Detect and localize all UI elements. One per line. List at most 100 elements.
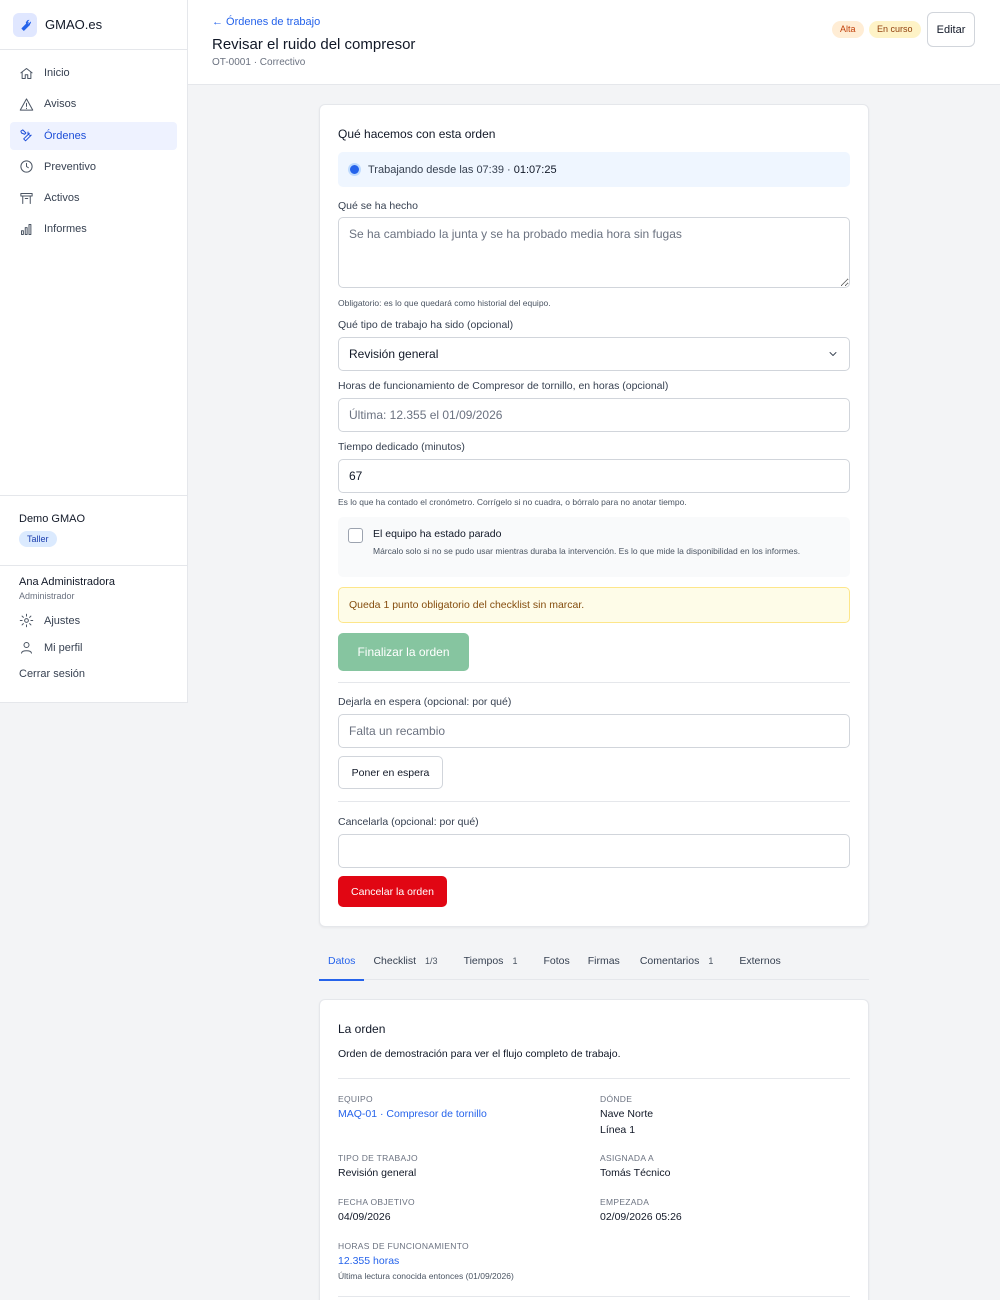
sidebar-item-label: Preventivo [44,160,96,173]
wait-reason-input[interactable] [338,714,850,748]
action-card: Qué hacemos con esta orden Trabajando de… [319,104,869,927]
back-link[interactable]: ← Órdenes de trabajo [212,16,320,28]
tab-comentarios[interactable]: Comentarios 1 [631,942,723,980]
tab-externos[interactable]: Externos [730,942,789,980]
sidebar-item-label: Activos [44,192,80,205]
sidebar-item-ordenes[interactable]: Órdenes [10,121,177,150]
settings-link[interactable]: Ajustes [19,613,187,628]
tab-datos[interactable]: Datos [319,942,365,981]
asignada-key: Asignada a [600,1153,655,1163]
hours-input[interactable] [338,398,850,432]
sidebar: GMAO.es Inicio Avisos Órdenes Preventivo… [0,0,188,703]
horas-key: Horas de funcionamiento [338,1241,469,1251]
cancel-reason-input[interactable] [338,834,850,868]
downtime-checkbox[interactable] [348,528,363,543]
put-on-hold-button[interactable]: Poner en espera [338,756,443,789]
sidebar-item-activos[interactable]: Activos [10,184,177,212]
brand[interactable]: GMAO.es [0,0,187,50]
tab-label: Datos [328,955,356,967]
settings-label: Ajustes [44,614,81,627]
tab-count: 1 [512,956,518,966]
order-description: Orden de demostración para ver el flujo … [338,1048,621,1060]
edit-button[interactable]: Editar [927,12,975,47]
wait-label: Dejarla en espera (opcional: por qué) [338,696,512,708]
wrench-logo-icon [13,12,37,37]
tab-label: Externos [739,955,781,967]
app-name: GMAO.es [45,17,103,32]
time-label: Tiempo dedicado (minutos) [338,441,465,453]
user-section: Ana Administradora Administrador Ajustes… [0,565,187,680]
donde-key: Dónde [600,1094,633,1104]
sidebar-item-avisos[interactable]: Avisos [10,90,177,118]
tab-checklist[interactable]: Checklist 1/3 [364,942,446,980]
logout-link[interactable]: Cerrar sesión [19,668,187,680]
chevron-down-icon [829,352,837,356]
done-textarea[interactable] [338,217,850,288]
horas-link[interactable]: 12.355 horas [338,1255,399,1267]
order-info-card: La orden Orden de demostración para ver … [319,999,869,1300]
info-card-title: La orden [338,1022,386,1036]
fecha-key: Fecha objetivo [338,1197,415,1207]
org-name: Demo GMAO [19,513,86,525]
wrench-icon [20,129,32,142]
org-badge: Taller [19,531,57,547]
donde-line1: Nave Norte [600,1108,654,1120]
equipo-key: Equipo [338,1094,373,1104]
sidebar-item-informes[interactable]: Informes [10,215,177,243]
sidebar-item-label: Órdenes [44,129,87,142]
fecha-value: 04/09/2026 [338,1211,391,1223]
page-title: Revisar el ruido del compresor [212,36,416,53]
divider [338,682,850,683]
empezada-key: Empezada [600,1197,650,1207]
page-subtitle: OT-0001 · Correctivo [212,57,306,68]
profile-label: Mi perfil [44,641,83,654]
sidebar-item-label: Avisos [44,98,77,111]
work-type-select[interactable]: Revisión general [338,337,850,371]
time-help: Es lo que ha contado el cronómetro. Corr… [338,497,687,507]
status-badge: En curso [869,21,921,38]
asset-icon [20,192,33,204]
divider [338,1078,850,1079]
horas-note: Última lectura conocida entonces (01/09/… [338,1271,514,1281]
sidebar-item-preventivo[interactable]: Preventivo [10,153,177,181]
cancel-order-button[interactable]: Cancelar la orden [338,876,447,907]
sidebar-item-inicio[interactable]: Inicio [10,59,177,87]
donde-line2: Línea 1 [600,1124,636,1136]
empezada-value: 02/09/2026 05:26 [600,1211,682,1223]
divider [338,801,850,802]
timer-elapsed: 01:07:25 [513,163,557,176]
downtime-label: El equipo ha estado parado [373,528,502,540]
work-type-label: Qué tipo de trabajo ha sido (opcional) [338,319,514,331]
tab-count: 1/3 [425,956,438,966]
time-value: 67 [349,469,363,483]
user-name: Ana Administradora [19,576,115,588]
user-role: Administrador [19,591,75,601]
time-input[interactable]: 67 [338,459,850,493]
tipo-value: Revisión general [338,1167,417,1179]
tab-tiempos[interactable]: Tiempos 1 [455,942,527,980]
work-type-value: Revisión general [349,347,439,361]
downtime-box: El equipo ha estado parado Márcalo solo … [338,517,850,577]
sidebar-item-label: Inicio [44,67,70,79]
finish-order-button[interactable]: Finalizar la orden [338,633,469,671]
asignada-value: Tomás Técnico [600,1167,671,1179]
org-section: Demo GMAO Taller [0,495,187,565]
sidebar-nav: Inicio Avisos Órdenes Preventivo Activos… [0,50,187,243]
tab-label: Checklist [373,955,417,967]
home-icon [20,67,33,79]
timer-dot-icon [348,163,361,176]
divider [338,1296,850,1297]
cancel-label: Cancelarla (opcional: por qué) [338,816,479,828]
timer-text: Trabajando desde las 07:39 · [368,163,514,176]
equipo-link[interactable]: MAQ-01 · Compresor de tornillo [338,1108,487,1120]
tab-firmas[interactable]: Firmas [579,942,629,980]
timer-box: Trabajando desde las 07:39 · 01:07:25 [338,152,850,187]
tab-fotos[interactable]: Fotos [534,942,578,980]
done-help: Obligatorio: es lo que quedará como hist… [338,298,551,308]
gear-icon [19,613,34,628]
priority-badge: Alta [832,21,864,38]
profile-link[interactable]: Mi perfil [19,640,187,655]
checklist-warning: Queda 1 punto obligatorio del checklist … [338,587,850,623]
tab-count: 1 [708,956,714,966]
sidebar-item-label: Informes [44,223,87,236]
